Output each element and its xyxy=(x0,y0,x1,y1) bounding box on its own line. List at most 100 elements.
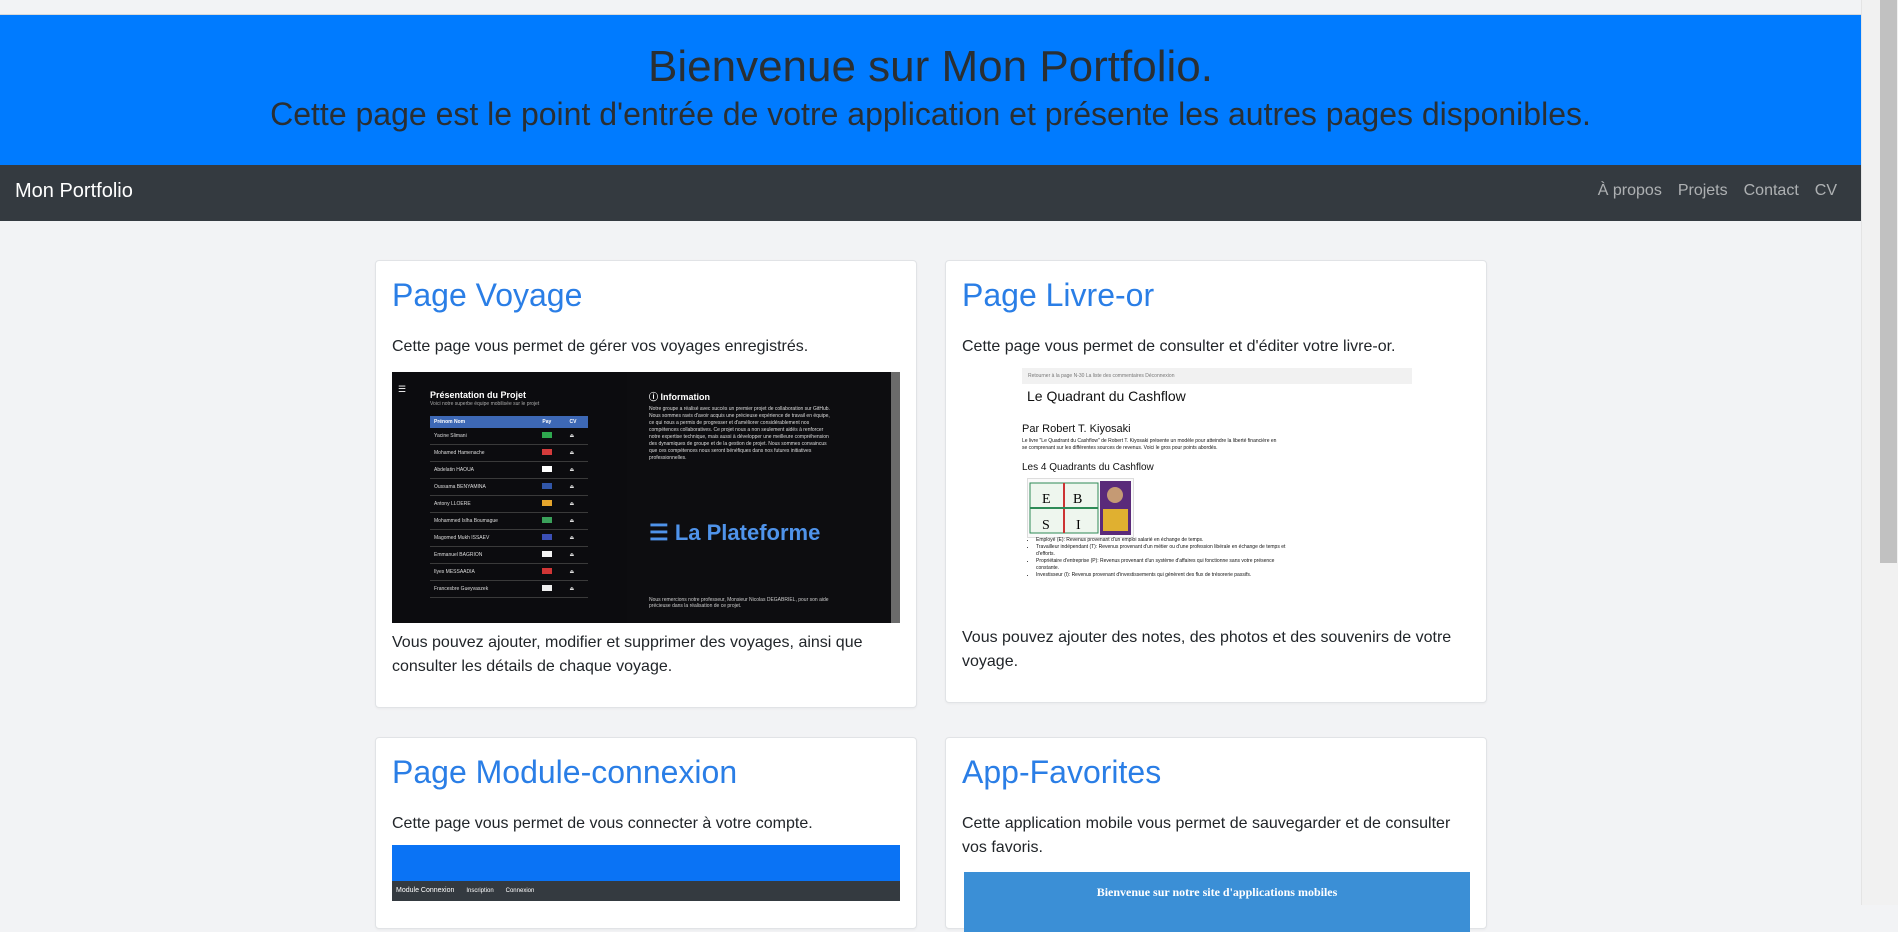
flag-icon xyxy=(542,568,553,574)
table-row: Francesbre Gueyvaszek ⏏ xyxy=(430,580,588,598)
card-footer-livre-or: Vous pouvez ajouter des notes, des photo… xyxy=(962,629,1452,670)
preview-intro: Le livre "Le Quadrant du Cashflow" de Ro… xyxy=(1022,438,1277,451)
download-icon[interactable]: ⏏ xyxy=(565,461,588,479)
download-icon[interactable]: ⏏ xyxy=(565,444,588,462)
svg-text:E: E xyxy=(1042,492,1051,507)
member-name: Francesbre Gueyvaszek xyxy=(430,580,539,598)
member-name: Mohammed Islha Boumague xyxy=(430,512,539,530)
card-page-module-connexion: Page Module-connexion Cette page vous pe… xyxy=(375,737,917,929)
svg-text:I: I xyxy=(1076,518,1081,533)
preview-brand: Module Connexion xyxy=(396,887,455,894)
preview-title: Présentation du Projet xyxy=(430,390,527,400)
nav-link-a-propos[interactable]: À propos xyxy=(1598,182,1662,200)
preview-navbar: Module Connexion Inscription Connexion xyxy=(392,881,900,901)
download-icon[interactable]: ⏏ xyxy=(565,580,588,598)
download-icon[interactable]: ⏏ xyxy=(565,563,588,581)
preview-edge xyxy=(891,372,900,623)
flag-cell xyxy=(538,461,566,479)
card-desc-app-favorites: Cette application mobile vous permet de … xyxy=(962,815,1451,856)
card-page-livre-or: Page Livre-or Cette page vous permet de … xyxy=(945,260,1487,703)
plateforme-text: La Plateforme xyxy=(674,520,821,545)
flag-icon xyxy=(542,551,553,557)
flag-icon xyxy=(542,500,553,506)
flag-cell xyxy=(538,428,566,445)
table-row: Emmanuel BAGRION ⏏ xyxy=(430,546,588,564)
list-item: Propriétaire d'entreprise (P): Revenus p… xyxy=(1036,558,1296,572)
table-row: Antony LLOERE ⏏ xyxy=(430,495,588,513)
flag-cell xyxy=(538,512,566,530)
card-desc-livre-or: Cette page vous permet de consulter et d… xyxy=(962,338,1396,355)
member-name: Ilyes MESSAADIA xyxy=(430,563,539,581)
table-row: Magomed Mukh ISSAEV ⏏ xyxy=(430,529,588,547)
info-text: Notre groupe a réalisé avec succès un pr… xyxy=(649,406,830,461)
table-row: Ilyes MESSAADIA ⏏ xyxy=(430,563,588,581)
hero-title: Bienvenue sur Mon Portfolio. xyxy=(648,42,1213,91)
table-header: CV xyxy=(565,416,588,428)
flag-cell xyxy=(538,546,566,564)
nav-link-cv[interactable]: CV xyxy=(1815,182,1837,200)
download-icon[interactable]: ⏏ xyxy=(565,529,588,547)
flag-icon xyxy=(542,449,553,455)
member-name: Oussama BENYAMINA xyxy=(430,478,539,496)
member-name: Magomed Mukh ISSAEV xyxy=(430,529,539,547)
preview-section-title: Les 4 Quadrants du Cashflow xyxy=(1022,462,1154,473)
flag-cell xyxy=(538,529,566,547)
preview-banner-text: Bienvenue sur notre site d'applications … xyxy=(1096,885,1338,899)
preview-link-inscription: Inscription xyxy=(466,888,494,894)
flag-cell xyxy=(538,495,566,513)
table-row: Oussama BENYAMINA ⏏ xyxy=(430,478,588,496)
card-footer-voyage: Vous pouvez ajouter, modifier et supprim… xyxy=(392,634,863,675)
cashflow-quadrant-image: E B S I xyxy=(1027,478,1134,538)
hamburger-icon: ☰ xyxy=(398,384,407,394)
list-item: Investisseur (I): Revenus provenant d'in… xyxy=(1036,572,1296,579)
hero-banner: Bienvenue sur Mon Portfolio. Cette page … xyxy=(0,15,1861,165)
list-item: Employé (E): Revenus provenant d'un empl… xyxy=(1036,537,1296,544)
card-desc-voyage: Cette page vous permet de gérer vos voya… xyxy=(392,338,809,355)
plateforme-logo: ☰ La Plateforme xyxy=(649,520,820,546)
flag-icon xyxy=(542,585,553,591)
card-desc-module-connexion: Cette page vous permet de vous connecter… xyxy=(392,815,813,832)
flag-cell xyxy=(538,580,566,598)
flag-cell xyxy=(538,478,566,496)
browser-top-strip xyxy=(0,0,1861,15)
flag-cell xyxy=(538,444,566,462)
team-table: Prénom Nom Pay CV Yacine Slimani ⏏ Mohamed… xyxy=(430,416,588,598)
card-app-favorites: App-Favorites Cette application mobile v… xyxy=(945,737,1487,932)
download-icon[interactable]: ⏏ xyxy=(565,546,588,564)
plateforme-icon: ☰ xyxy=(649,520,675,545)
voyage-preview-image[interactable]: ☰ Présentation du Projet Voici notre sup… xyxy=(392,372,900,623)
preview-book-title: Le Quadrant du Cashflow xyxy=(1027,388,1186,404)
download-icon[interactable]: ⏏ xyxy=(565,428,588,445)
navbar-brand[interactable]: Mon Portfolio xyxy=(15,180,133,203)
member-name: Emmanuel BAGRION xyxy=(430,546,539,564)
nav-link-projets[interactable]: Projets xyxy=(1678,182,1728,200)
info-heading: ⓘ Information xyxy=(649,390,710,403)
card-title-livre-or[interactable]: Page Livre-or xyxy=(962,277,1154,314)
preview-link-connexion: Connexion xyxy=(505,888,535,894)
table-row: Mohamed Hamenache ⏏ xyxy=(430,444,588,462)
scrollbar-thumb[interactable] xyxy=(1880,0,1897,563)
info-title: Information xyxy=(660,392,711,402)
preview-subtitle: Voici notre superbe équipe mobilisée sur… xyxy=(430,401,540,407)
svg-text:S: S xyxy=(1042,518,1050,533)
svg-text:B: B xyxy=(1073,492,1082,507)
preview-author: Par Robert T. Kiyosaki xyxy=(1022,423,1131,435)
nav-link-contact[interactable]: Contact xyxy=(1744,182,1799,200)
card-page-voyage: Page Voyage Cette page vous permet de gé… xyxy=(375,260,917,708)
card-title-app-favorites[interactable]: App-Favorites xyxy=(962,754,1161,791)
download-icon[interactable]: ⏏ xyxy=(565,512,588,530)
livre-or-preview-image[interactable]: Retourner à la page N-30 La liste des co… xyxy=(962,368,1470,616)
download-icon[interactable]: ⏏ xyxy=(565,495,588,513)
member-name: Mohamed Hamenache xyxy=(430,444,539,462)
preview-footer-text: Nous remercions notre professeur, Monsie… xyxy=(649,597,829,609)
card-title-module-connexion[interactable]: Page Module-connexion xyxy=(392,754,737,791)
quadrant-list: Employé (E): Revenus provenant d'un empl… xyxy=(1022,537,1296,579)
download-icon[interactable]: ⏏ xyxy=(565,478,588,496)
card-title-voyage[interactable]: Page Voyage xyxy=(392,277,582,314)
app-favorites-preview-image[interactable]: Bienvenue sur notre site d'applications … xyxy=(964,872,1470,932)
flag-cell xyxy=(538,563,566,581)
member-name: Abdelatin HAOUA xyxy=(430,461,539,479)
table-row: Abdelatin HAOUA ⏏ xyxy=(430,461,588,479)
member-name: Yacine Slimani xyxy=(430,428,539,445)
hero-subtitle: Cette page est le point d'entrée de votr… xyxy=(270,96,1591,132)
